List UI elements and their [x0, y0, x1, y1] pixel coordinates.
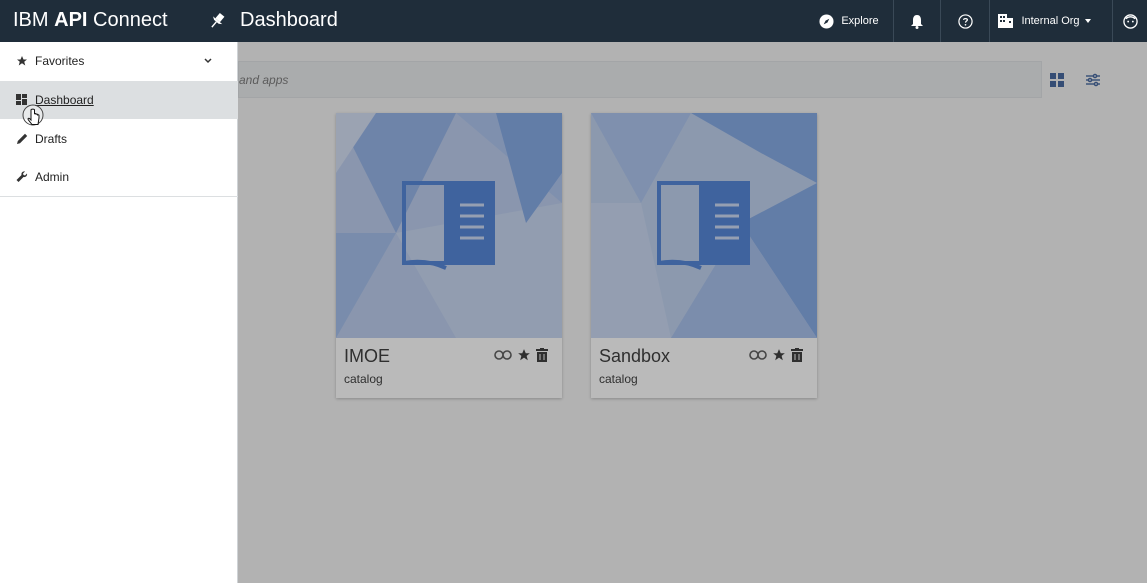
star-icon [16, 55, 28, 67]
chevron-down-icon[interactable] [203, 55, 213, 65]
avatar-icon [1122, 13, 1138, 29]
org-selector[interactable]: Internal Org [989, 0, 1100, 42]
sidebar-item-admin[interactable]: Admin [0, 158, 238, 196]
brand-logo-text: IBM API Connect [13, 9, 168, 31]
bell-icon [911, 14, 923, 29]
sidebar-divider [0, 196, 238, 197]
brand-header: IBM API Connect [0, 0, 238, 42]
sidebar-item-label: Drafts [35, 132, 68, 146]
explore-label: Explore [841, 15, 879, 27]
sidebar-item-label: Admin [35, 170, 70, 184]
help-icon [957, 13, 973, 29]
user-avatar[interactable] [1112, 0, 1147, 42]
nav-sidebar: IBM API Connect Favorites Dashboard Draf… [0, 0, 238, 583]
hand-cursor-icon [22, 104, 44, 126]
help-button[interactable] [940, 0, 989, 42]
caret-down-icon [1084, 19, 1091, 23]
wrench-icon [16, 171, 28, 183]
pin-icon[interactable] [207, 11, 227, 31]
sidebar-item-favorites[interactable]: Favorites [0, 42, 238, 80]
modal-overlay[interactable] [238, 42, 1147, 583]
page-title: Dashboard [240, 9, 338, 31]
explore-button[interactable]: Explore [805, 0, 893, 42]
building-icon [998, 14, 1014, 28]
notifications-button[interactable] [893, 0, 940, 42]
compass-icon [819, 13, 834, 29]
pencil-icon [16, 133, 28, 145]
sidebar-item-label: Favorites [35, 54, 85, 68]
org-label: Internal Org [1021, 15, 1080, 27]
